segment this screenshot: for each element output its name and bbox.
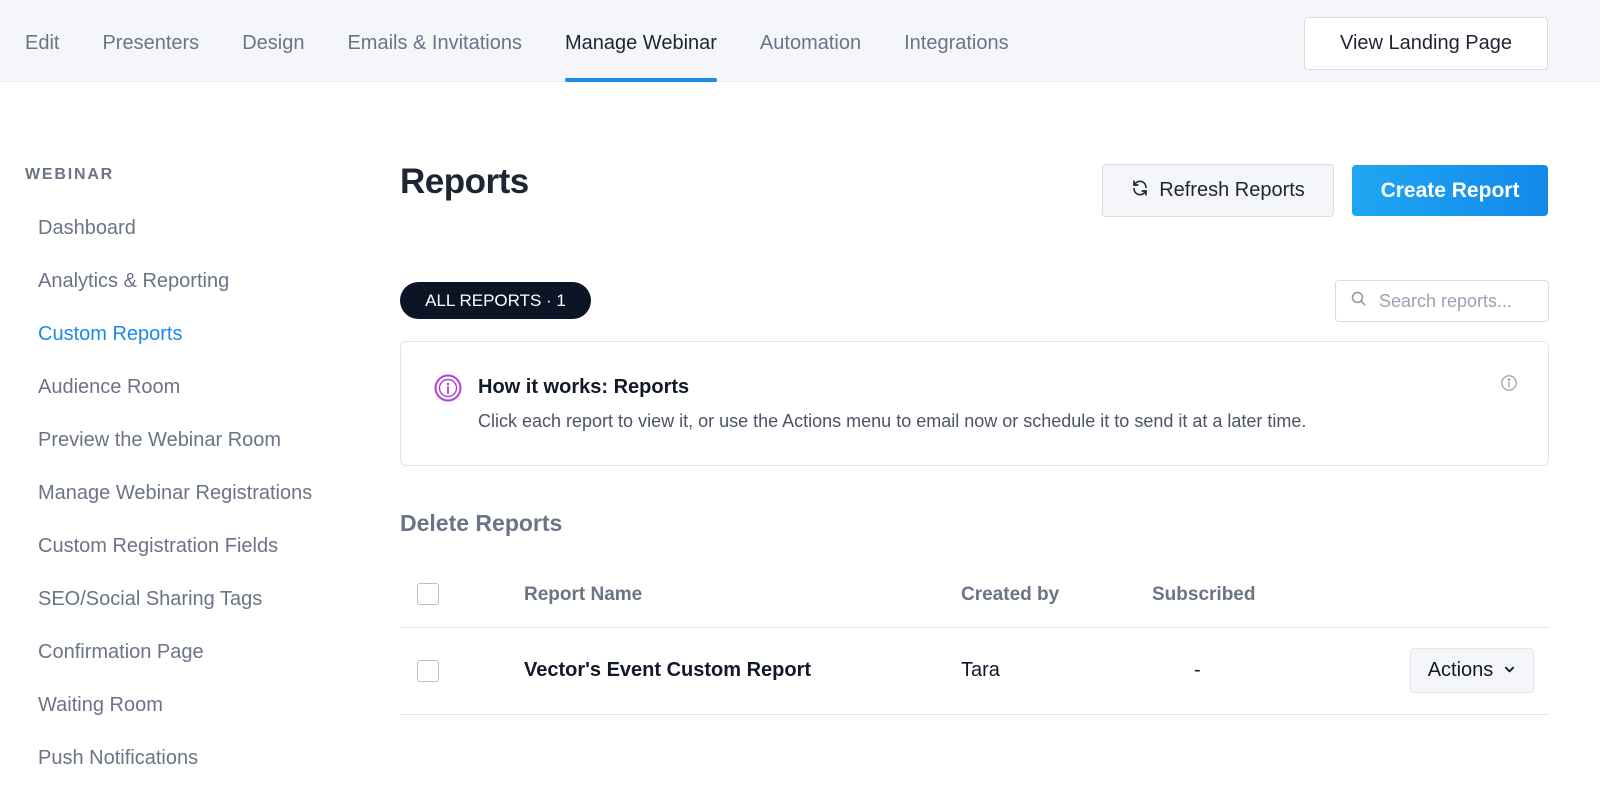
sidebar-heading: WEBINAR: [25, 166, 115, 183]
tab-edit[interactable]: Edit: [25, 0, 59, 82]
page-title: Reports: [400, 162, 529, 201]
sidebar-item-confirmation-page[interactable]: Confirmation Page: [25, 626, 365, 679]
top-navigation-bar: Edit Presenters Design Emails & Invitati…: [0, 0, 1600, 82]
select-all-checkbox[interactable]: [417, 583, 439, 605]
tab-presenters[interactable]: Presenters: [102, 0, 199, 82]
view-landing-page-button[interactable]: View Landing Page: [1304, 17, 1548, 70]
delete-reports-heading: Delete Reports: [400, 510, 563, 536]
sidebar: WEBINAR Dashboard Analytics & Reporting …: [25, 160, 365, 785]
search-reports-input[interactable]: [1379, 290, 1539, 312]
row-checkbox[interactable]: [417, 660, 439, 682]
tab-design[interactable]: Design: [242, 0, 304, 82]
tab-integrations[interactable]: Integrations: [904, 0, 1009, 82]
sidebar-item-custom-reports[interactable]: Custom Reports: [25, 308, 365, 361]
refresh-icon: [1131, 179, 1149, 203]
report-name-cell[interactable]: Vector's Event Custom Report: [524, 659, 811, 682]
search-box[interactable]: [1335, 280, 1549, 322]
info-tooltip-icon[interactable]: [1500, 374, 1518, 397]
actions-dropdown-button[interactable]: Actions: [1410, 648, 1534, 693]
column-header-subscribed[interactable]: Subscribed: [1152, 584, 1255, 606]
info-text: Click each report to view it, or use the…: [478, 411, 1307, 431]
tab-manage-webinar[interactable]: Manage Webinar: [564, 0, 717, 82]
refresh-reports-button[interactable]: Refresh Reports: [1102, 164, 1334, 217]
tab-emails-invitations[interactable]: Emails & Invitations: [347, 0, 522, 82]
search-icon: [1350, 290, 1367, 312]
sidebar-item-push-notifications[interactable]: Push Notifications: [25, 732, 365, 785]
tab-list: Edit Presenters Design Emails & Invitati…: [25, 0, 1052, 82]
sidebar-item-preview-webinar-room[interactable]: Preview the Webinar Room: [25, 414, 365, 467]
sidebar-item-manage-registrations[interactable]: Manage Webinar Registrations: [25, 467, 365, 520]
sidebar-item-audience-room[interactable]: Audience Room: [25, 361, 365, 414]
reports-table: Report Name Created by Subscribed Vector…: [400, 568, 1549, 715]
create-report-button[interactable]: Create Report: [1352, 165, 1548, 216]
all-reports-filter-pill[interactable]: ALL REPORTS · 1: [400, 282, 591, 319]
refresh-reports-label: Refresh Reports: [1159, 179, 1305, 201]
actions-label: Actions: [1427, 659, 1494, 681]
sidebar-item-dashboard[interactable]: Dashboard: [25, 202, 365, 255]
table-row[interactable]: Vector's Event Custom Report Tara - Acti…: [400, 628, 1549, 715]
table-header: Report Name Created by Subscribed: [400, 568, 1549, 628]
subscribed-cell: -: [1194, 659, 1201, 681]
sidebar-item-analytics-reporting[interactable]: Analytics & Reporting: [25, 255, 365, 308]
info-circle-icon: [434, 374, 462, 407]
chevron-down-icon: [1503, 659, 1516, 682]
info-title: How it works: Reports: [478, 376, 690, 398]
created-by-cell: Tara: [961, 659, 1000, 681]
sidebar-item-custom-registration-fields[interactable]: Custom Registration Fields: [25, 520, 365, 573]
tab-automation[interactable]: Automation: [760, 0, 861, 82]
column-header-report-name[interactable]: Report Name: [524, 584, 642, 606]
sidebar-item-waiting-room[interactable]: Waiting Room: [25, 679, 365, 732]
sidebar-item-seo-social-tags[interactable]: SEO/Social Sharing Tags: [25, 573, 365, 626]
how-it-works-panel: How it works: Reports Click each report …: [400, 341, 1549, 466]
column-header-created-by[interactable]: Created by: [961, 584, 1059, 606]
